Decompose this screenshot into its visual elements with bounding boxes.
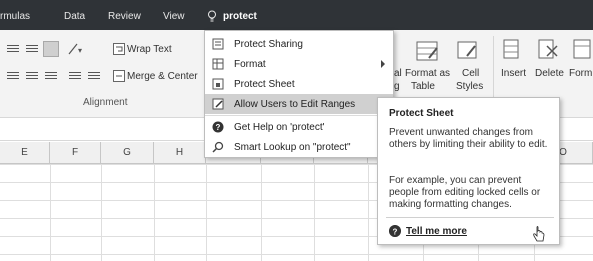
menu-item-allow-edit-ranges[interactable]: Allow Users to Edit Ranges xyxy=(205,94,393,114)
tooltip-title: Protect Sheet xyxy=(389,108,454,119)
grid-line xyxy=(154,164,155,261)
align-right-icon[interactable] xyxy=(45,72,57,81)
protect-sheet-icon xyxy=(212,78,224,90)
column-header[interactable]: E xyxy=(0,142,50,164)
alignment-group-label: Alignment xyxy=(83,97,128,108)
format-cells-icon[interactable] xyxy=(572,38,593,62)
grid-line xyxy=(101,164,102,261)
tooltip-description: Prevent unwanted changes from others by … xyxy=(389,127,548,150)
grid-line xyxy=(206,164,207,261)
tab-data[interactable]: Data xyxy=(64,11,85,22)
format-as-table-icon[interactable] xyxy=(415,38,441,64)
format-as-table-label-1[interactable]: Format as xyxy=(405,68,450,79)
align-bottom-icon[interactable] xyxy=(43,41,59,57)
tab-review[interactable]: Review xyxy=(108,11,141,22)
cell-styles-label-1[interactable]: Cell xyxy=(462,68,479,79)
help-icon: ? xyxy=(389,225,401,237)
tooltip-example: For example, you can prevent people from… xyxy=(389,175,541,210)
tell-me-menu: Protect Sharing Format Protect Sheet All… xyxy=(204,30,394,158)
menu-item-label: Protect Sharing xyxy=(234,39,303,50)
lightbulb-icon xyxy=(208,10,216,22)
menu-item-get-help[interactable]: ? Get Help on 'protect' xyxy=(205,117,393,137)
merge-center-button[interactable]: Merge & Center xyxy=(127,71,198,82)
wrap-text-icon[interactable] xyxy=(113,43,125,55)
tooltip-separator xyxy=(386,217,554,218)
format-button[interactable]: Form xyxy=(569,68,592,79)
menu-item-protect-sharing[interactable]: Protect Sharing xyxy=(205,34,393,54)
tell-me-search-text[interactable]: protect xyxy=(223,11,257,22)
menu-item-label: Get Help on 'protect' xyxy=(234,122,325,133)
format-as-table-label-2[interactable]: Table xyxy=(411,81,435,92)
decrease-indent-icon[interactable] xyxy=(69,72,81,81)
menu-item-smart-lookup[interactable]: Smart Lookup on "protect" xyxy=(205,137,393,157)
insert-button[interactable]: Insert xyxy=(501,68,526,79)
delete-button[interactable]: Delete xyxy=(535,68,564,79)
menu-item-format[interactable]: Format xyxy=(205,54,393,74)
cell-styles-label-2[interactable]: Styles xyxy=(456,81,483,92)
help-icon: ? xyxy=(212,121,224,133)
menu-item-label: Format xyxy=(234,59,266,70)
align-left-icon[interactable] xyxy=(7,72,19,81)
tab-formulas[interactable]: rmulas xyxy=(0,11,30,22)
orientation-icon[interactable]: ▾ xyxy=(67,42,89,56)
cell-styles-icon[interactable] xyxy=(455,38,481,64)
tab-view[interactable]: View xyxy=(163,11,185,22)
column-header[interactable]: G xyxy=(101,142,154,164)
conditional-formatting-label-1[interactable]: al xyxy=(394,68,402,79)
hand-cursor-icon xyxy=(533,226,545,242)
menu-item-protect-sheet[interactable]: Protect Sheet xyxy=(205,74,393,94)
protect-sharing-icon xyxy=(212,38,224,50)
align-center-icon[interactable] xyxy=(26,72,38,81)
smart-lookup-icon xyxy=(212,141,224,153)
align-middle-icon[interactable] xyxy=(26,45,38,54)
delete-cells-icon[interactable] xyxy=(537,38,559,62)
grid-line xyxy=(368,164,369,261)
ribbon-tab-bar: rmulas Data Review View protect xyxy=(0,0,593,30)
svg-text:?: ? xyxy=(216,123,221,132)
svg-text:▾: ▾ xyxy=(78,46,82,55)
increase-indent-icon[interactable] xyxy=(88,72,100,81)
align-top-icon[interactable] xyxy=(7,45,19,54)
column-header[interactable]: H xyxy=(154,142,206,164)
menu-item-label: Allow Users to Edit Ranges xyxy=(234,99,356,110)
menu-separator xyxy=(205,115,393,116)
column-header[interactable]: F xyxy=(50,142,101,164)
wrap-text-button[interactable]: Wrap Text xyxy=(127,44,172,55)
tell-me-more-link[interactable]: Tell me more xyxy=(406,226,467,237)
grid-line xyxy=(314,164,315,261)
svg-text:?: ? xyxy=(393,228,398,237)
protect-sheet-tooltip: Protect Sheet Prevent unwanted changes f… xyxy=(377,97,560,245)
grid-line xyxy=(50,164,51,261)
menu-item-label: Smart Lookup on "protect" xyxy=(234,142,351,153)
conditional-formatting-label-2[interactable]: g xyxy=(394,81,400,92)
submenu-arrow-icon xyxy=(381,60,385,68)
insert-cells-icon[interactable] xyxy=(502,38,524,62)
merge-center-icon[interactable] xyxy=(113,70,125,82)
menu-item-label: Protect Sheet xyxy=(234,79,295,90)
allow-edit-ranges-icon xyxy=(212,98,224,110)
format-icon xyxy=(212,58,224,70)
grid-line xyxy=(261,164,262,261)
